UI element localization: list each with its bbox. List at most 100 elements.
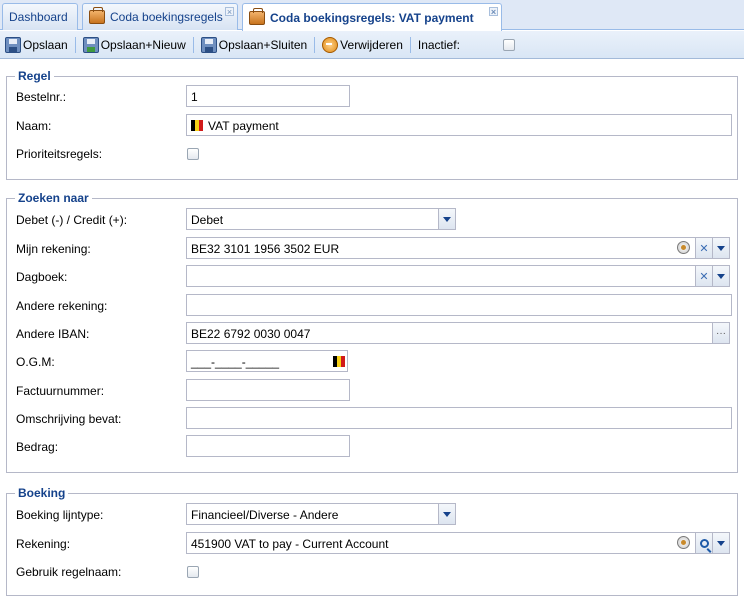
factuurnummer-input[interactable] — [186, 379, 350, 401]
prioriteit-checkbox[interactable] — [187, 148, 199, 160]
clear-icon: ✕ — [699, 270, 709, 283]
boeking-legend: Boeking — [15, 486, 69, 500]
omschrijving-row: Omschrijving bevat: — [7, 407, 739, 431]
chevron-down-icon — [717, 245, 725, 251]
save-close-button-label: Opslaan+Sluiten — [218, 37, 308, 52]
belgian-flag-icon — [333, 356, 345, 367]
lijntype-row: Boeking lijntype: Financieel/Diverse - A… — [7, 503, 739, 527]
chevron-down-icon — [717, 540, 725, 546]
andere-rekening-input[interactable] — [186, 294, 732, 316]
bestelnr-row: Bestelnr.: 1 — [7, 85, 739, 109]
ogm-input[interactable]: ___-____-_____ — [186, 350, 348, 372]
tab-dashboard-label: Dashboard — [9, 10, 68, 24]
clear-icon: ✕ — [699, 242, 709, 255]
dagboek-dropdown-trigger[interactable] — [713, 265, 730, 287]
inactive-checkbox[interactable] — [502, 38, 515, 51]
rekening-row: Rekening: 451900 VAT to pay - Current Ac… — [7, 532, 739, 556]
bestelnr-label: Bestelnr.: — [16, 90, 67, 104]
naam-value: VAT payment — [208, 119, 279, 133]
save-new-button-label: Opslaan+Nieuw — [100, 37, 186, 52]
naam-row: Naam: VAT payment — [7, 114, 739, 138]
regel-legend: Regel — [15, 69, 54, 83]
delete-button-label: Verwijderen — [340, 37, 403, 52]
tab-vat-payment[interactable]: Coda boekingsregels: VAT payment × — [242, 3, 502, 31]
mijn-rekening-clear[interactable]: ✕ — [696, 237, 713, 259]
zoeken-legend: Zoeken naar — [15, 191, 92, 205]
toolbar: Opslaan Opslaan+Nieuw Opslaan+Sluiten Ve… — [0, 31, 744, 59]
factuurnummer-label: Factuurnummer: — [16, 384, 105, 398]
tab-vat-payment-label: Coda boekingsregels: VAT payment — [270, 10, 474, 25]
save-button-label: Opslaan — [23, 37, 68, 52]
ogm-value: ___-____-_____ — [191, 355, 280, 369]
debet-credit-label: Debet (-) / Credit (+): — [16, 213, 128, 227]
regelnaam-label: Gebruik regelnaam: — [16, 565, 122, 579]
rekening-dropdown-trigger[interactable] — [713, 532, 730, 554]
tab-dashboard[interactable]: Dashboard — [2, 3, 78, 30]
close-icon[interactable]: × — [489, 7, 498, 17]
prioriteit-row: Prioriteitsregels: — [7, 142, 739, 166]
debet-credit-dropdown-trigger[interactable] — [439, 208, 456, 230]
toolbar-separator — [409, 36, 411, 53]
naam-label: Naam: — [16, 119, 52, 133]
andere-iban-label: Andere IBAN: — [16, 327, 90, 341]
prioriteit-label: Prioriteitsregels: — [16, 147, 103, 161]
dagboek-clear[interactable]: ✕ — [696, 265, 713, 287]
ogm-row: O.G.M: ___-____-_____ — [7, 350, 739, 374]
dagboek-label: Dagboek: — [16, 270, 68, 284]
chevron-down-icon — [443, 511, 451, 517]
lookup-icon[interactable] — [677, 536, 690, 549]
andere-iban-input[interactable]: BE22 6792 0030 0047 — [186, 322, 713, 344]
dagboek-row: Dagboek: ✕ — [7, 265, 739, 289]
naam-input[interactable]: VAT payment — [186, 114, 732, 136]
lijntype-select[interactable]: Financieel/Diverse - Andere — [186, 503, 439, 525]
rekening-search-button[interactable] — [696, 532, 713, 554]
rekening-label: Rekening: — [16, 537, 71, 551]
save-close-icon — [200, 36, 217, 53]
lijntype-dropdown-trigger[interactable] — [439, 503, 456, 525]
save-icon — [5, 36, 21, 53]
save-button[interactable]: Opslaan — [2, 34, 71, 56]
toolbar-separator — [314, 36, 316, 53]
bedrag-row: Bedrag: — [7, 435, 739, 459]
delete-button[interactable]: Verwijderen — [319, 34, 406, 56]
boeking-fieldset: Boeking Boeking lijntype: Financieel/Div… — [6, 486, 739, 596]
debet-credit-select[interactable]: Debet — [186, 208, 439, 230]
mijn-rekening-row: Mijn rekening: BE32 3101 1956 3502 EUR ✕ — [7, 237, 739, 261]
tab-coda-boekingsregels[interactable]: Coda boekingsregels × — [82, 3, 238, 30]
andere-iban-row: Andere IBAN: BE22 6792 0030 0047 ··· — [7, 322, 739, 346]
mijn-rekening-combo[interactable]: BE32 3101 1956 3502 EUR — [186, 237, 696, 259]
bedrag-label: Bedrag: — [16, 440, 59, 454]
belgian-flag-icon — [191, 120, 203, 131]
lijntype-label: Boeking lijntype: — [16, 508, 104, 522]
omschrijving-label: Omschrijving bevat: — [16, 412, 122, 426]
debet-credit-row: Debet (-) / Credit (+): Debet — [7, 208, 739, 232]
delete-icon — [322, 36, 339, 53]
andere-rekening-row: Andere rekening: — [7, 294, 739, 318]
chevron-down-icon — [717, 273, 725, 279]
briefcase-icon — [89, 7, 105, 24]
dagboek-combo[interactable] — [186, 265, 696, 287]
omschrijving-input[interactable] — [186, 407, 732, 429]
briefcase-icon — [249, 7, 265, 25]
bestelnr-input[interactable]: 1 — [186, 85, 350, 107]
rekening-combo[interactable]: 451900 VAT to pay - Current Account — [186, 532, 696, 554]
regelnaam-checkbox[interactable] — [187, 566, 199, 578]
ogm-label: O.G.M: — [16, 355, 55, 369]
lookup-icon[interactable] — [677, 241, 690, 254]
save-close-button[interactable]: Opslaan+Sluiten — [198, 34, 310, 56]
regel-fieldset: Regel Bestelnr.: 1 Naam: VAT payment Pri… — [6, 69, 739, 180]
save-new-button[interactable]: Opslaan+Nieuw — [80, 34, 189, 56]
close-icon[interactable]: × — [225, 7, 234, 17]
mijn-rekening-label: Mijn rekening: — [16, 242, 91, 256]
inactive-label: Inactief: — [417, 37, 460, 52]
tab-coda-boekingsregels-label: Coda boekingsregels — [110, 10, 223, 24]
andere-iban-ellipsis-button[interactable]: ··· — [713, 322, 730, 344]
inactive-toggle: Inactief: — [415, 34, 463, 56]
andere-rekening-label: Andere rekening: — [16, 299, 108, 313]
zoeken-fieldset: Zoeken naar Debet (-) / Credit (+): Debe… — [6, 191, 739, 473]
chevron-down-icon — [443, 216, 451, 222]
mijn-rekening-dropdown-trigger[interactable] — [713, 237, 730, 259]
factuurnummer-row: Factuurnummer: — [7, 379, 739, 403]
toolbar-separator — [192, 36, 194, 53]
bedrag-input[interactable] — [186, 435, 350, 457]
